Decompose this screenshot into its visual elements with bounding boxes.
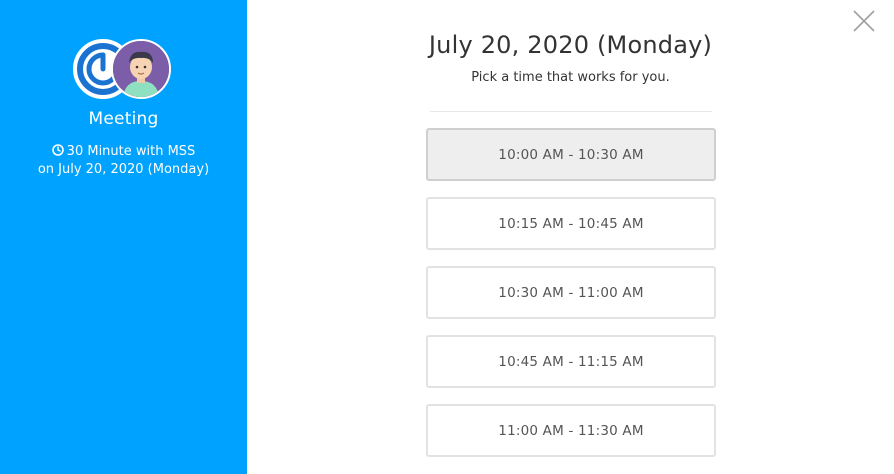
time-slot-button[interactable]: 11:00 AM - 11:30 AM bbox=[426, 404, 716, 457]
user-avatar-icon bbox=[111, 39, 171, 99]
clock-icon bbox=[51, 144, 64, 162]
divider bbox=[430, 111, 712, 112]
time-slot-button[interactable]: 10:15 AM - 10:45 AM bbox=[426, 197, 716, 250]
sidebar: Meeting 30 Minute with MSS on July 20, 2… bbox=[0, 0, 247, 474]
duration-text: 30 Minute with MSS bbox=[66, 144, 196, 159]
time-slot-button[interactable]: 10:00 AM - 10:30 AM bbox=[426, 128, 716, 181]
event-name: Meeting bbox=[88, 109, 159, 129]
avatar-group bbox=[73, 39, 173, 101]
page-subtitle: Pick a time that works for you. bbox=[471, 70, 670, 85]
time-slot-list: 10:00 AM - 10:30 AM 10:15 AM - 10:45 AM … bbox=[426, 128, 716, 473]
time-slot-button[interactable]: 10:45 AM - 11:15 AM bbox=[426, 335, 716, 388]
time-slot-button[interactable]: 10:30 AM - 11:00 AM bbox=[426, 266, 716, 319]
page-title: July 20, 2020 (Monday) bbox=[428, 31, 713, 59]
event-duration: 30 Minute with MSS bbox=[0, 143, 247, 162]
event-date: on July 20, 2020 (Monday) bbox=[37, 162, 210, 177]
